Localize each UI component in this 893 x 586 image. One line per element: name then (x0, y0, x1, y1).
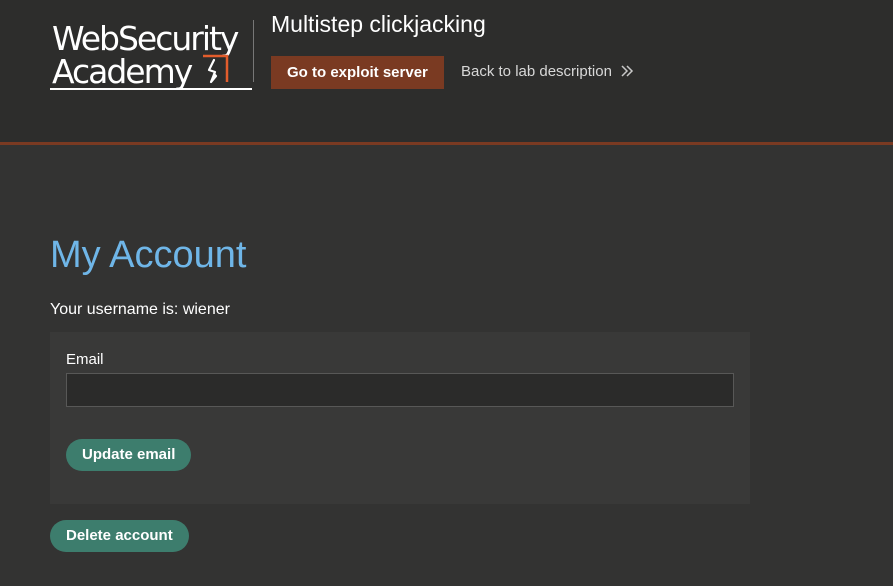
back-link-label: Back to lab description (461, 63, 612, 80)
page-title: My Account (50, 234, 247, 276)
double-chevron-right-icon (620, 64, 634, 82)
back-to-lab-description-link[interactable]: Back to lab description (461, 63, 634, 82)
update-email-button[interactable]: Update email (66, 439, 192, 471)
logo-underline (50, 88, 252, 90)
academy-lightning-icon (203, 54, 229, 84)
go-to-exploit-server-button[interactable]: Go to exploit server (271, 56, 444, 89)
web-security-academy-logo[interactable]: WebSecurity Academy (50, 18, 252, 92)
username-text: Your username is: wiener (50, 301, 230, 318)
email-label: Email (66, 351, 104, 368)
header-divider (253, 20, 254, 82)
logo-text-line1: WebSecurity (52, 19, 239, 58)
site-header: WebSecurity Academy Multistep clickjacki… (0, 0, 893, 145)
change-email-form: Email Update email (50, 332, 750, 504)
lab-title: Multistep clickjacking (271, 11, 486, 37)
email-input[interactable] (66, 373, 734, 407)
logo-text-line2: Academy (52, 52, 193, 91)
delete-account-button[interactable]: Delete account (50, 520, 189, 552)
